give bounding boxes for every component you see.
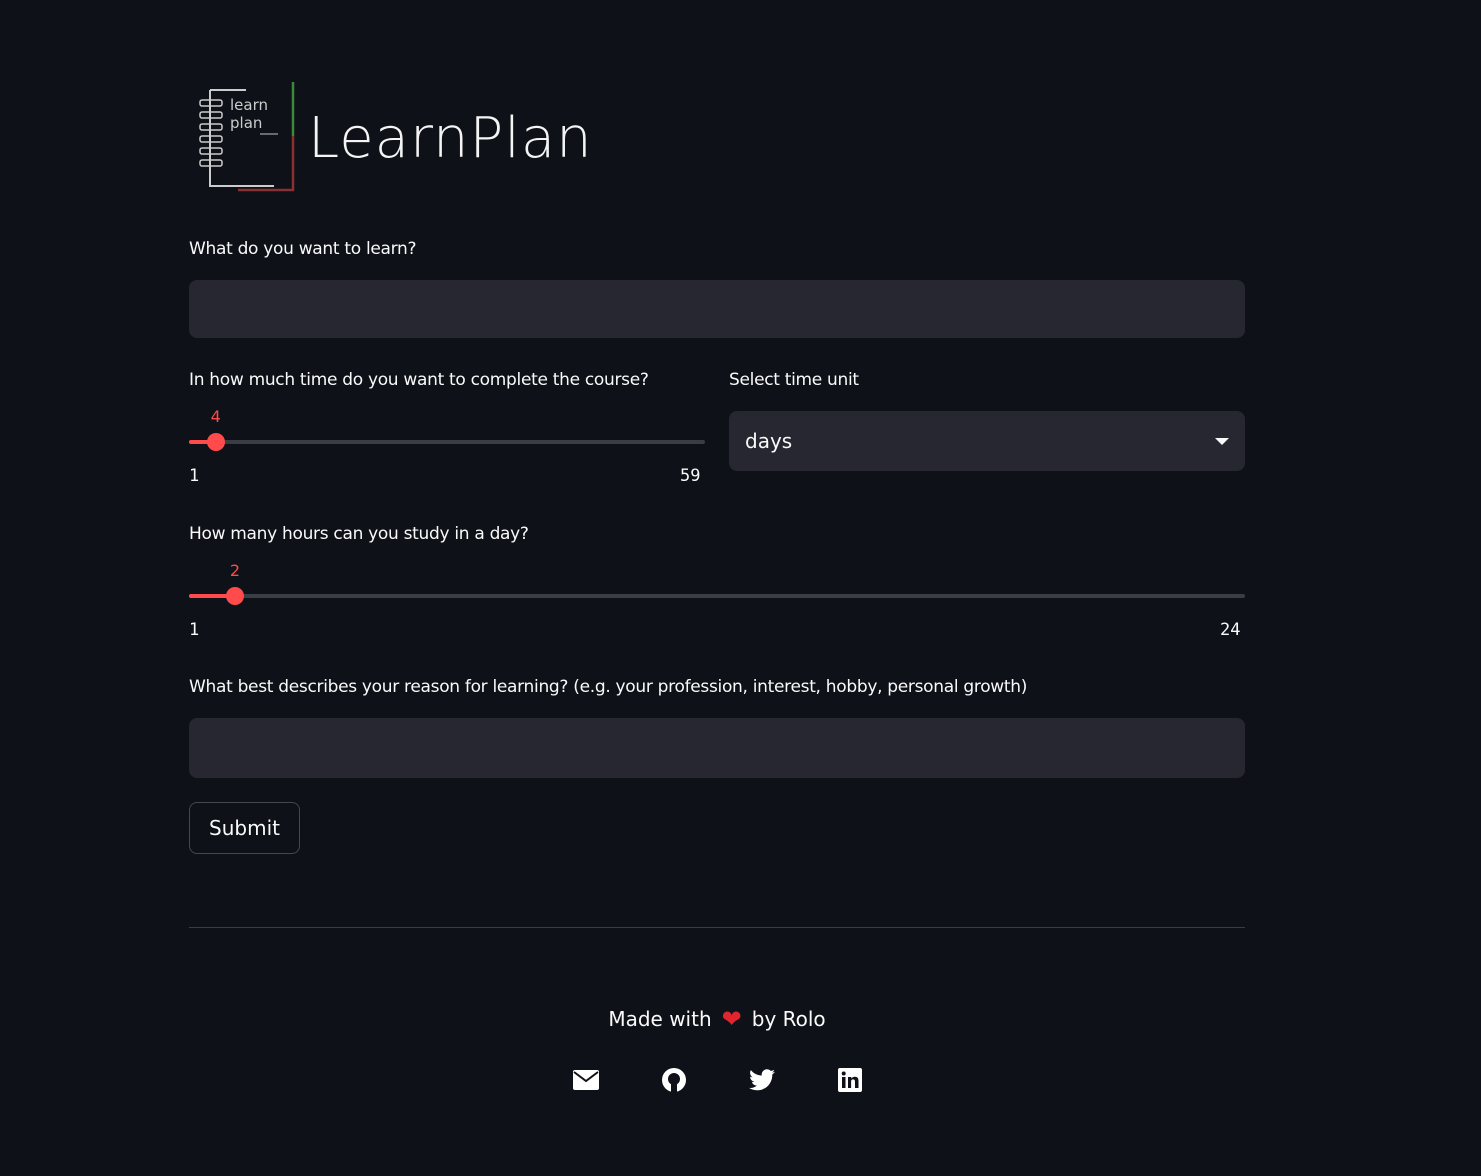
reason-label: What best describes your reason for lear… [189,677,1028,697]
chevron-down-icon [1215,437,1229,445]
hours-label: How many hours can you study in a day? [189,524,529,544]
topic-label: What do you want to learn? [189,239,417,259]
divider [189,927,1245,928]
envelope-icon[interactable] [572,1066,600,1094]
linkedin-icon[interactable] [836,1066,864,1094]
reason-input[interactable] [189,718,1245,778]
duration-max: 59 [680,466,701,486]
time-unit-select[interactable]: days [729,411,1245,471]
footer-credit: Made with ❤ by Rolo [0,1005,1434,1033]
duration-min: 1 [189,466,200,486]
hours-slider-thumb[interactable] [225,587,244,605]
duration-value: 4 [210,407,221,426]
logo-notebook-icon: learn plan [199,82,295,192]
submit-button[interactable]: Submit [189,802,300,854]
logo: learn plan [194,78,304,196]
time-unit-label: Select time unit [729,370,859,390]
duration-slider-thumb[interactable] [206,433,225,451]
hours-max: 24 [1220,620,1241,640]
hours-value: 2 [229,561,240,580]
svg-text:learn: learn [230,96,268,114]
github-icon[interactable] [660,1066,688,1094]
duration-label: In how much time do you want to complete… [189,370,649,390]
hours-min: 1 [189,620,200,640]
by-text: by Rolo [751,1007,826,1031]
made-with-text: Made with [608,1007,712,1031]
social-links [572,1066,864,1094]
svg-text:plan: plan [230,114,262,132]
twitter-icon[interactable] [748,1066,776,1094]
time-unit-value: days [745,429,793,453]
duration-slider[interactable]: 4 [189,407,705,451]
heart-icon: ❤ [721,1005,742,1033]
hours-slider[interactable]: 2 [189,561,1245,605]
app-title: LearnPlan [308,106,593,171]
topic-input[interactable] [189,280,1245,338]
